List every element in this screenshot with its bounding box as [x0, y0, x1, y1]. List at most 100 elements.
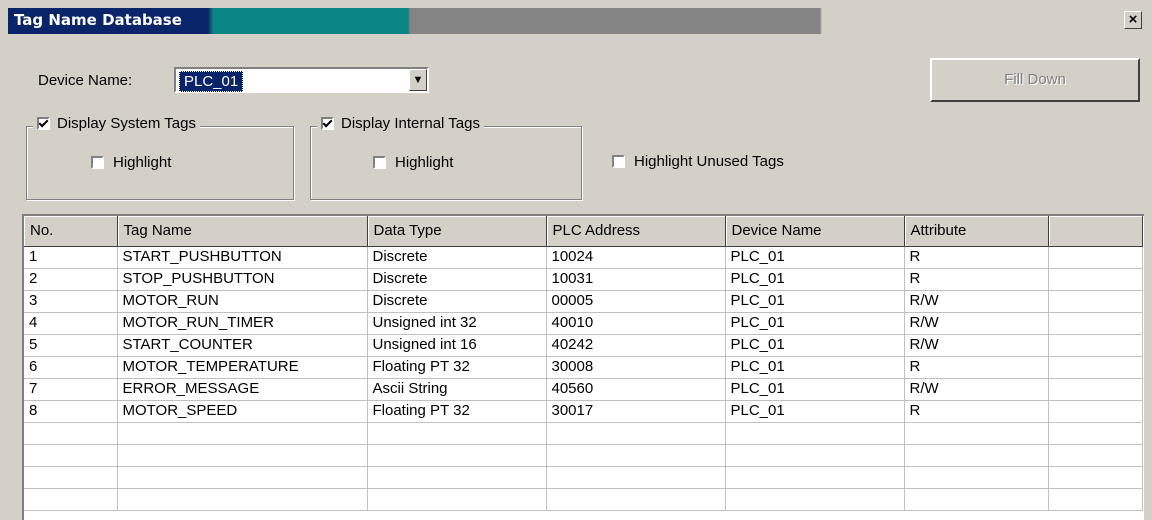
- cell-device-name[interactable]: PLC_01: [725, 268, 905, 291]
- cell-data-type[interactable]: Discrete: [367, 246, 547, 269]
- cell-tag-name[interactable]: [117, 444, 368, 467]
- display-system-tags-checkbox[interactable]: Display System Tags: [33, 115, 200, 132]
- cell-data-type[interactable]: [367, 422, 547, 445]
- cell-data-type[interactable]: Unsigned int 32: [367, 312, 547, 335]
- cell-device-name[interactable]: [725, 422, 905, 445]
- cell-data-type[interactable]: Floating PT 32: [367, 400, 547, 423]
- cell-tag-name[interactable]: ERROR_MESSAGE: [117, 378, 368, 401]
- cell-plc-address[interactable]: 30008: [546, 356, 726, 379]
- table-row[interactable]: 5 START_COUNTER Unsigned int 16 40242 PLC_01…: [24, 334, 1143, 357]
- cell-data-type[interactable]: [367, 488, 547, 511]
- cell-tag-name[interactable]: [117, 466, 368, 489]
- table-row[interactable]: 7 ERROR_MESSAGE Ascii String 40560 PLC_01 R/W: [24, 378, 1143, 401]
- checkbox-icon[interactable]: [91, 156, 104, 169]
- table-row[interactable]: 2 STOP_PUSHBUTTON Discrete 10031 PLC_01 R: [24, 268, 1143, 291]
- table-row[interactable]: 6 MOTOR_TEMPERATURE Floating PT 32 30008 PLC…: [24, 356, 1143, 379]
- cell-plc-address[interactable]: 10024: [546, 246, 726, 269]
- cell-blank[interactable]: [1048, 246, 1143, 269]
- cell-blank[interactable]: [1048, 422, 1143, 445]
- cell-attribute[interactable]: R: [904, 400, 1049, 423]
- cell-blank[interactable]: [1048, 268, 1143, 291]
- cell-device-name[interactable]: PLC_01: [725, 400, 905, 423]
- column-header-attribute[interactable]: Attribute: [904, 216, 1049, 247]
- cell-data-type[interactable]: Discrete: [367, 268, 547, 291]
- cell-plc-address[interactable]: 40010: [546, 312, 726, 335]
- table-row[interactable]: 8 MOTOR_SPEED Floating PT 32 30017 PLC_01 R: [24, 400, 1143, 423]
- cell-tag-name[interactable]: MOTOR_SPEED: [117, 400, 368, 423]
- cell-no[interactable]: 7: [24, 378, 118, 401]
- cell-plc-address[interactable]: [546, 444, 726, 467]
- cell-tag-name[interactable]: MOTOR_TEMPERATURE: [117, 356, 368, 379]
- cell-blank[interactable]: [1048, 334, 1143, 357]
- cell-attribute[interactable]: R/W: [904, 312, 1049, 335]
- cell-device-name[interactable]: PLC_01: [725, 378, 905, 401]
- cell-device-name[interactable]: PLC_01: [725, 334, 905, 357]
- cell-blank[interactable]: [1048, 488, 1143, 511]
- cell-attribute[interactable]: R/W: [904, 334, 1049, 357]
- cell-blank[interactable]: [1048, 444, 1143, 467]
- cell-plc-address[interactable]: 00005: [546, 290, 726, 313]
- cell-attribute[interactable]: [904, 444, 1049, 467]
- cell-data-type[interactable]: [367, 466, 547, 489]
- close-icon[interactable]: ×: [1124, 11, 1142, 29]
- cell-tag-name[interactable]: START_PUSHBUTTON: [117, 246, 368, 269]
- cell-attribute[interactable]: [904, 488, 1049, 511]
- cell-blank[interactable]: [1048, 466, 1143, 489]
- cell-attribute[interactable]: R: [904, 268, 1049, 291]
- cell-no[interactable]: [24, 466, 118, 489]
- table-row-empty[interactable]: [24, 488, 1143, 511]
- cell-tag-name[interactable]: [117, 488, 368, 511]
- cell-attribute[interactable]: [904, 466, 1049, 489]
- cell-tag-name[interactable]: [117, 422, 368, 445]
- cell-blank[interactable]: [1048, 290, 1143, 313]
- highlight-unused-tags-checkbox[interactable]: Highlight Unused Tags: [612, 153, 784, 170]
- cell-no[interactable]: 2: [24, 268, 118, 291]
- cell-no[interactable]: [24, 444, 118, 467]
- table-row[interactable]: 3 MOTOR_RUN Discrete 00005 PLC_01 R/W: [24, 290, 1143, 313]
- cell-device-name[interactable]: PLC_01: [725, 246, 905, 269]
- system-highlight-checkbox[interactable]: Highlight: [91, 154, 171, 171]
- cell-plc-address[interactable]: 40560: [546, 378, 726, 401]
- cell-device-name[interactable]: PLC_01: [725, 312, 905, 335]
- column-header-tag-name[interactable]: Tag Name: [117, 216, 368, 247]
- cell-device-name[interactable]: PLC_01: [725, 356, 905, 379]
- chevron-down-icon[interactable]: ▼: [409, 69, 427, 91]
- table-row-empty[interactable]: [24, 444, 1143, 467]
- cell-blank[interactable]: [1048, 378, 1143, 401]
- cell-device-name[interactable]: [725, 488, 905, 511]
- cell-blank[interactable]: [1048, 312, 1143, 335]
- table-row-empty[interactable]: [24, 422, 1143, 445]
- cell-attribute[interactable]: R: [904, 356, 1049, 379]
- table-row-empty[interactable]: [24, 466, 1143, 489]
- cell-plc-address[interactable]: 30017: [546, 400, 726, 423]
- cell-no[interactable]: [24, 422, 118, 445]
- cell-tag-name[interactable]: MOTOR_RUN: [117, 290, 368, 313]
- checkbox-icon[interactable]: [373, 156, 386, 169]
- cell-device-name[interactable]: PLC_01: [725, 290, 905, 313]
- device-name-select[interactable]: PLC_01 ▼: [174, 67, 429, 93]
- display-internal-tags-checkbox[interactable]: Display Internal Tags: [317, 115, 484, 132]
- cell-data-type[interactable]: Floating PT 32: [367, 356, 547, 379]
- column-header-plc-address[interactable]: PLC Address: [546, 216, 726, 247]
- fill-down-button[interactable]: Fill Down: [930, 58, 1140, 102]
- cell-data-type[interactable]: Discrete: [367, 290, 547, 313]
- cell-blank[interactable]: [1048, 400, 1143, 423]
- cell-data-type[interactable]: Ascii String: [367, 378, 547, 401]
- cell-device-name[interactable]: [725, 444, 905, 467]
- column-header-device-name[interactable]: Device Name: [725, 216, 905, 247]
- cell-attribute[interactable]: R/W: [904, 378, 1049, 401]
- cell-data-type[interactable]: Unsigned int 16: [367, 334, 547, 357]
- table-row[interactable]: 1 START_PUSHBUTTON Discrete 10024 PLC_01 R: [24, 246, 1143, 269]
- cell-tag-name[interactable]: STOP_PUSHBUTTON: [117, 268, 368, 291]
- cell-blank[interactable]: [1048, 356, 1143, 379]
- table-row[interactable]: 4 MOTOR_RUN_TIMER Unsigned int 32 40010 PLC_…: [24, 312, 1143, 335]
- cell-plc-address[interactable]: 40242: [546, 334, 726, 357]
- cell-device-name[interactable]: [725, 466, 905, 489]
- cell-no[interactable]: 5: [24, 334, 118, 357]
- cell-plc-address[interactable]: [546, 488, 726, 511]
- tag-table[interactable]: No. Tag Name Data Type PLC Address Devic…: [22, 214, 1144, 520]
- column-header-no[interactable]: No.: [24, 216, 118, 247]
- checkbox-icon[interactable]: [612, 155, 625, 168]
- checkbox-checked-icon[interactable]: [37, 117, 50, 130]
- cell-no[interactable]: 4: [24, 312, 118, 335]
